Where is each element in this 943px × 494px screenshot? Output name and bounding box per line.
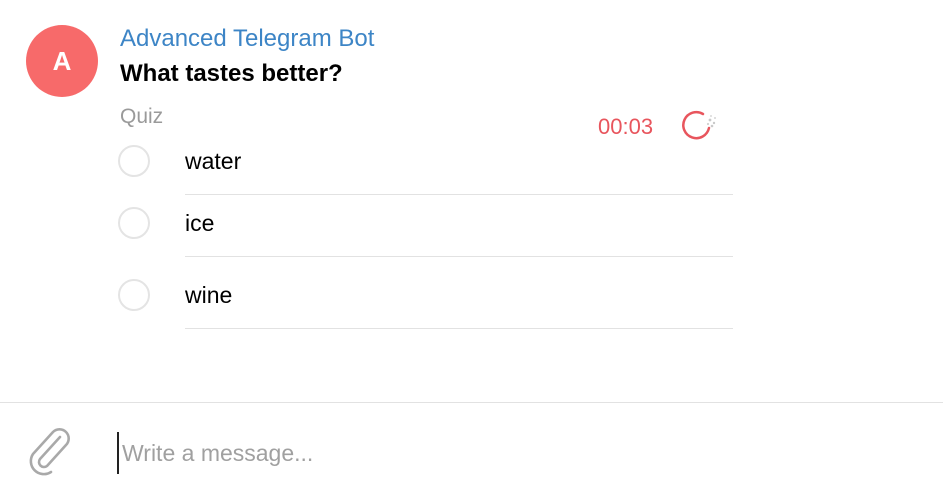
- option-divider: [185, 328, 733, 329]
- avatar[interactable]: A: [26, 25, 98, 97]
- option-divider: [185, 256, 733, 257]
- radio-button[interactable]: [118, 279, 150, 311]
- poll-type-label: Quiz: [120, 105, 164, 128]
- poll-option[interactable]: wine: [118, 278, 733, 330]
- option-label: wine: [185, 282, 233, 308]
- option-label: ice: [185, 210, 215, 236]
- chat-window: A Advanced Telegram Bot What tastes bett…: [0, 0, 943, 494]
- radio-button[interactable]: [118, 207, 150, 239]
- message-input[interactable]: [117, 432, 897, 474]
- radio-button[interactable]: [118, 145, 150, 177]
- composer-divider: [0, 402, 943, 403]
- sender-name[interactable]: Advanced Telegram Bot: [120, 25, 374, 53]
- quiz-timer: 00:03: [598, 114, 654, 139]
- countdown-icon: [682, 110, 716, 140]
- poll-option[interactable]: ice: [118, 205, 733, 257]
- poll-question: What tastes better?: [120, 60, 343, 87]
- poll-option[interactable]: water: [118, 143, 733, 195]
- paperclip-icon[interactable]: [24, 426, 72, 476]
- option-divider: [185, 194, 733, 195]
- option-label: water: [185, 148, 242, 174]
- avatar-letter: A: [52, 45, 72, 76]
